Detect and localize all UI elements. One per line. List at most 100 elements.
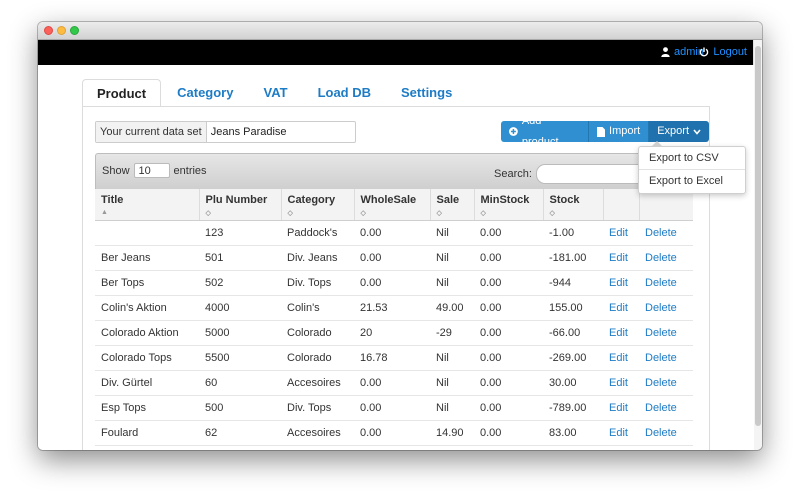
cell-stock: -66.00 bbox=[543, 320, 603, 346]
close-window-icon[interactable] bbox=[44, 26, 53, 35]
entries-label: entries bbox=[173, 164, 207, 177]
column-header-wholesale[interactable]: WholeSale ◇ bbox=[354, 189, 431, 221]
table-row: 123 Paddock's 0.00 Nil 0.00 -1.00 Edit Delete bbox=[95, 220, 693, 246]
cell-plu-number: 60 bbox=[199, 370, 281, 396]
cell-title: Esp Tops bbox=[95, 395, 199, 421]
cell-title: Colin's Aktion bbox=[95, 295, 199, 321]
table-row: Foulard 62 Accesoires 0.00 14.90 0.00 83.00 Edi… bbox=[95, 420, 693, 446]
page-length-input[interactable]: 10 bbox=[133, 163, 170, 178]
dataset-field: Your current data set Jeans Paradise bbox=[95, 121, 356, 143]
cell-minstock: 0.00 bbox=[474, 220, 543, 246]
cell-stock: -789.00 bbox=[543, 395, 603, 421]
cell-stock: -269.00 bbox=[543, 345, 603, 371]
cell-stock: -181.00 bbox=[543, 245, 603, 271]
cell-sale: Nil bbox=[430, 270, 474, 296]
delete-link[interactable]: Delete bbox=[639, 245, 693, 271]
edit-link[interactable]: Edit bbox=[603, 220, 639, 246]
export-csv-menu-item[interactable]: Export to CSV bbox=[639, 147, 745, 170]
tab-product[interactable]: Product bbox=[82, 79, 162, 107]
sort-both-icon: ◇ bbox=[205, 210, 211, 217]
edit-link[interactable]: Edit bbox=[603, 420, 639, 446]
sort-both-icon: ◇ bbox=[549, 210, 555, 217]
cell-stock: -944 bbox=[543, 270, 603, 296]
cell-wholesale: 20 bbox=[354, 320, 430, 346]
cell-minstock: 0.00 bbox=[474, 270, 543, 296]
cell-plu-number: 5000 bbox=[199, 320, 281, 346]
sort-both-icon: ◇ bbox=[480, 210, 486, 217]
table-toolbar: Show 10 entries Search: bbox=[95, 153, 693, 189]
logout-link[interactable]: Logout bbox=[699, 46, 747, 58]
cell-wholesale: 21.53 bbox=[354, 295, 430, 321]
cell-minstock: 0.00 bbox=[474, 345, 543, 371]
column-header-title[interactable]: Title ▲ bbox=[95, 189, 200, 221]
search-label: Search: bbox=[494, 168, 532, 180]
delete-link[interactable]: Delete bbox=[639, 345, 693, 371]
edit-link[interactable]: Edit bbox=[603, 395, 639, 421]
action-button-group: Add product Import Export bbox=[501, 115, 709, 148]
add-product-button[interactable]: Add product bbox=[501, 115, 590, 148]
table-row: Colorado Tops 5500 Colorado 16.78 Nil 0.00 -26… bbox=[95, 345, 693, 371]
tab-vat[interactable]: VAT bbox=[249, 79, 301, 107]
import-button[interactable]: Import bbox=[589, 121, 650, 142]
cell-minstock: 0.00 bbox=[474, 370, 543, 396]
sort-both-icon: ◇ bbox=[436, 210, 442, 217]
cell-sale: Nil bbox=[430, 395, 474, 421]
column-header-stock[interactable]: Stock ◇ bbox=[543, 189, 604, 221]
delete-link[interactable]: Delete bbox=[639, 220, 693, 246]
cell-plu-number: 5500 bbox=[199, 345, 281, 371]
delete-link[interactable]: Delete bbox=[639, 320, 693, 346]
cell-sale: Nil bbox=[430, 220, 474, 246]
cell-wholesale: 0.00 bbox=[354, 395, 430, 421]
cell-title: Colorado Tops bbox=[95, 345, 199, 371]
cell-plu-number: 4000 bbox=[199, 295, 281, 321]
cell-plu-number: 123 bbox=[199, 220, 281, 246]
edit-link[interactable]: Edit bbox=[603, 370, 639, 396]
delete-link[interactable]: Delete bbox=[639, 395, 693, 421]
export-button[interactable]: Export bbox=[649, 121, 709, 142]
show-label: Show bbox=[102, 164, 130, 177]
edit-link[interactable]: Edit bbox=[603, 320, 639, 346]
tab-category[interactable]: Category bbox=[163, 79, 247, 107]
export-excel-menu-item[interactable]: Export to Excel bbox=[639, 170, 745, 193]
cell-category: Div. Tops bbox=[281, 395, 354, 421]
sort-ascending-icon: ▲ bbox=[101, 209, 108, 216]
delete-link[interactable]: Delete bbox=[639, 370, 693, 396]
edit-link[interactable]: Edit bbox=[603, 270, 639, 296]
column-header-category[interactable]: Category ◇ bbox=[281, 189, 355, 221]
delete-link[interactable]: Delete bbox=[639, 270, 693, 296]
page-length-control: Show 10 entries bbox=[102, 163, 207, 178]
edit-link[interactable]: Edit bbox=[603, 345, 639, 371]
minimize-window-icon[interactable] bbox=[57, 26, 66, 35]
edit-link[interactable]: Edit bbox=[603, 295, 639, 321]
user-link[interactable]: admin bbox=[661, 46, 704, 58]
cell-wholesale: 0.00 bbox=[354, 270, 430, 296]
table-row: Ber Jeans 501 Div. Jeans 0.00 Nil 0.00 -181.00… bbox=[95, 245, 693, 271]
cell-wholesale: 0.00 bbox=[354, 245, 430, 271]
column-header-sale[interactable]: Sale ◇ bbox=[430, 189, 475, 221]
cell-category: Div. Jeans bbox=[281, 245, 354, 271]
table-row: Ber Tops 502 Div. Tops 0.00 Nil 0.00 -944 Edit D… bbox=[95, 270, 693, 296]
cell-stock: -1.00 bbox=[543, 220, 603, 246]
tab-load-db[interactable]: Load DB bbox=[304, 79, 385, 107]
dataset-value[interactable]: Jeans Paradise bbox=[207, 122, 355, 142]
scrollbar-thumb[interactable] bbox=[755, 46, 761, 426]
table-header-row: Title ▲ Plu Number ◇ Category ◇ WholeSale ◇ … bbox=[95, 189, 693, 221]
column-header-minstock[interactable]: MinStock ◇ bbox=[474, 189, 544, 221]
zoom-window-icon[interactable] bbox=[70, 26, 79, 35]
column-header-plu-number[interactable]: Plu Number ◇ bbox=[199, 189, 282, 221]
cell-title bbox=[95, 220, 199, 246]
edit-link[interactable]: Edit bbox=[603, 245, 639, 271]
search-input[interactable] bbox=[535, 164, 648, 184]
cell-minstock: 0.00 bbox=[474, 320, 543, 346]
logout-label: Logout bbox=[713, 46, 747, 58]
add-product-label: Add product bbox=[521, 114, 559, 148]
delete-link[interactable]: Delete bbox=[639, 420, 693, 446]
cell-wholesale: 0.00 bbox=[354, 420, 430, 446]
browser-window: admin Logout Product Category VAT Load D… bbox=[38, 22, 762, 450]
page-scrollbar[interactable] bbox=[753, 40, 762, 450]
cell-category: Paddock's bbox=[281, 220, 354, 246]
tab-settings[interactable]: Settings bbox=[387, 79, 466, 107]
table-row: Div. Gürtel 60 Accesoires 0.00 Nil 0.00 30.00 E… bbox=[95, 370, 693, 396]
delete-link[interactable]: Delete bbox=[639, 295, 693, 321]
cell-wholesale: 0.00 bbox=[354, 220, 430, 246]
